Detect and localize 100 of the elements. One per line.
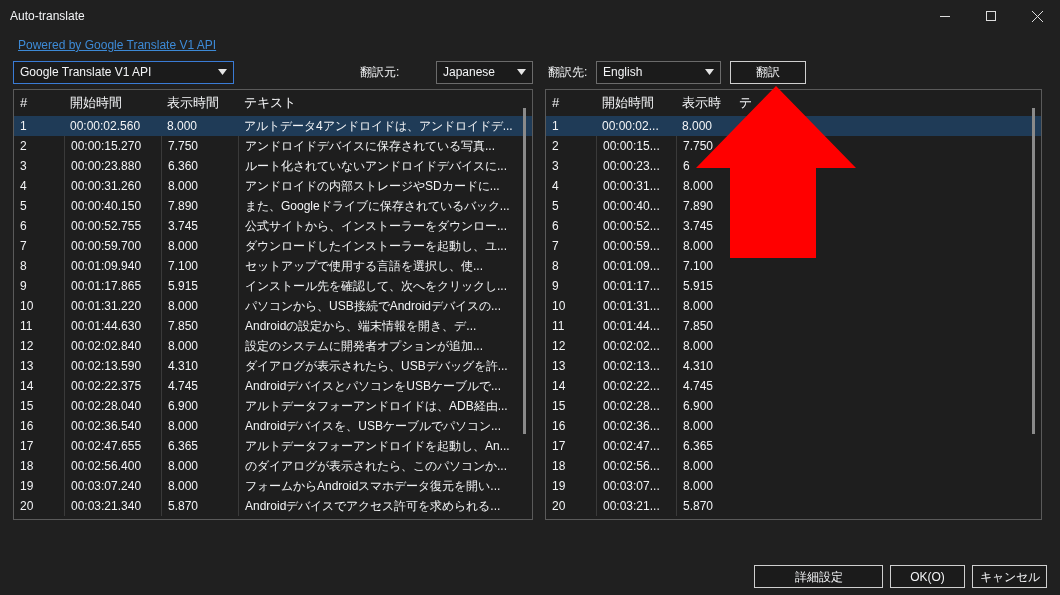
column-header[interactable]: 表示時 [676,93,733,113]
table-cell: 4.745 [676,376,733,396]
table-cell: 00:02:13... [596,356,676,376]
table-row[interactable]: 20 00:03:21.340 5.870 Androidデバイスでアクセス許可を求められる... [14,496,532,516]
table-cell: 7.750 [161,136,238,156]
table-cell: 00:03:07.240 [64,476,161,496]
table-cell: 00:02:28.040 [64,396,161,416]
table-cell: 7.100 [161,256,238,276]
table-cell-text: 13 [551,358,567,375]
table-cell: 4.310 [161,356,238,376]
source-language-select[interactable]: Japanese [436,60,533,84]
table-cell-text: 8.000 [166,118,199,135]
table-cell: 00:00:52.755 [64,216,161,236]
table-row[interactable]: 17 00:02:47... 6.365 [546,436,1041,456]
scrollbar-thumb[interactable] [1032,108,1035,434]
column-header[interactable]: # [546,93,596,113]
table-cell-text: 20 [19,498,35,515]
table-cell: 00:02:47... [596,436,676,456]
table-cell-text: 2 [19,138,28,155]
column-header[interactable]: 開始時間 [64,93,161,113]
close-icon [1031,10,1043,22]
column-header[interactable]: テ [733,93,1041,113]
scrollbar-thumb[interactable] [523,108,526,434]
table-cell-text: 00:00:02... [601,118,660,135]
table-row[interactable]: 17 00:02:47.655 6.365 アルトデータフォーアンドロイドを起動し、An... [14,436,532,456]
table-cell: 4.310 [676,356,733,376]
table-cell: アルトデータフォーアンドロイドを起動し、An... [238,436,528,456]
table-cell: 00:00:40.150 [64,196,161,216]
table-cell-text: 14 [551,378,567,395]
engine-select[interactable]: Google Translate V1 API [13,60,234,84]
table-row[interactable]: 10 00:01:31... 8.000 [546,296,1041,316]
table-cell: 00:00:15.270 [64,136,161,156]
table-row[interactable]: 13 00:02:13... 4.310 [546,356,1041,376]
table-cell-text: 1 [551,118,560,135]
table-cell: 00:01:44.630 [64,316,161,336]
table-cell: 00:01:31... [596,296,676,316]
table-row[interactable]: 18 00:02:56... 8.000 [546,456,1041,476]
table-cell: 00:00:23... [596,156,676,176]
table-row[interactable]: 19 00:03:07.240 8.000 フォームからAndroidスマホデータ復元を開い... [14,476,532,496]
table-cell: 00:03:21.340 [64,496,161,516]
table-cell: 8.000 [161,336,238,356]
table-cell-text: 6 [551,218,560,235]
table-cell-text: 8 [551,258,560,275]
table-cell-text: 16 [19,418,35,435]
table-cell-text: 15 [19,398,35,415]
table-cell-text: 2 [551,138,560,155]
table-cell-text: 17 [19,438,35,455]
table-row[interactable]: 19 00:03:07... 8.000 [546,476,1041,496]
table-cell-text: 12 [551,338,567,355]
window-title: Auto-translate [10,8,86,25]
table-cell-text: 5 [551,198,560,215]
table-row[interactable]: 15 00:02:28... 6.900 [546,396,1041,416]
dialog-button[interactable]: OK(O) [890,565,965,588]
table-cell-text: 12 [19,338,35,355]
table-cell: 00:01:09... [596,256,676,276]
source-language-label: 翻訳元: [360,64,401,81]
dropdown-caret-icon [705,69,714,75]
table-cell-text: 17 [551,438,567,455]
table-cell-text: 13 [19,358,35,375]
table-cell: 5.870 [676,496,733,516]
table-cell-text: 10 [551,298,567,315]
table-cell-text: 8.000 [681,118,714,135]
table-cell: 5.915 [676,276,733,296]
table-cell-text: 1 [19,118,28,135]
table-cell-text: 19 [551,478,567,495]
dialog-button[interactable]: 詳細設定 [754,565,883,588]
table-cell: のダイアログが表示されたら、このパソコンか... [238,456,528,476]
table-row[interactable]: 20 00:03:21... 5.870 [546,496,1041,516]
table-row[interactable]: 9 00:01:17... 5.915 [546,276,1041,296]
dialog-button[interactable]: キャンセル [972,565,1047,588]
table-cell: 00:00:31... [596,176,676,196]
target-language-select[interactable]: English [596,60,721,84]
table-cell-text: 11 [19,318,34,335]
table-cell: 5.915 [161,276,238,296]
table-cell: 00:03:21... [596,496,676,516]
table-cell: 00:00:59... [596,236,676,256]
powered-by-link[interactable]: Powered by Google Translate V1 API [18,36,217,54]
table-cell-text: 3 [19,158,28,175]
table-cell: 00:02:22... [596,376,676,396]
table-cell: 8.000 [161,476,238,496]
table-row[interactable]: 16 00:02:36... 8.000 [546,416,1041,436]
column-header[interactable]: 表示時間 [161,93,238,113]
table-row[interactable]: 14 00:02:22... 4.745 [546,376,1041,396]
table-cell: Androidデバイスでアクセス許可を求められる... [238,496,528,516]
table-cell: 00:02:56.400 [64,456,161,476]
table-row[interactable]: 18 00:02:56.400 8.000 のダイアログが表示されたら、このパソコンか... [14,456,532,476]
translate-button[interactable]: 翻訳 [730,60,806,84]
table-cell: 00:03:07... [596,476,676,496]
column-header[interactable]: # [14,93,64,113]
column-header[interactable]: 開始時間 [596,93,676,113]
column-header[interactable]: テキスト [238,93,528,113]
table-cell-text: 4 [19,178,28,195]
table-cell-text: 15 [551,398,567,415]
table-cell-text: 11 [551,318,566,335]
table-row[interactable]: 12 00:02:02... 8.000 [546,336,1041,356]
table-row[interactable]: 1 00:00:02.560 8.000 アルトデータ4アンドロイドは、アンドロイドデ... [14,116,532,136]
table-cell: 8.000 [676,476,733,496]
table-cell: 7.850 [161,316,238,336]
table-cell: 7.850 [676,316,733,336]
table-row[interactable]: 11 00:01:44... 7.850 [546,316,1041,336]
